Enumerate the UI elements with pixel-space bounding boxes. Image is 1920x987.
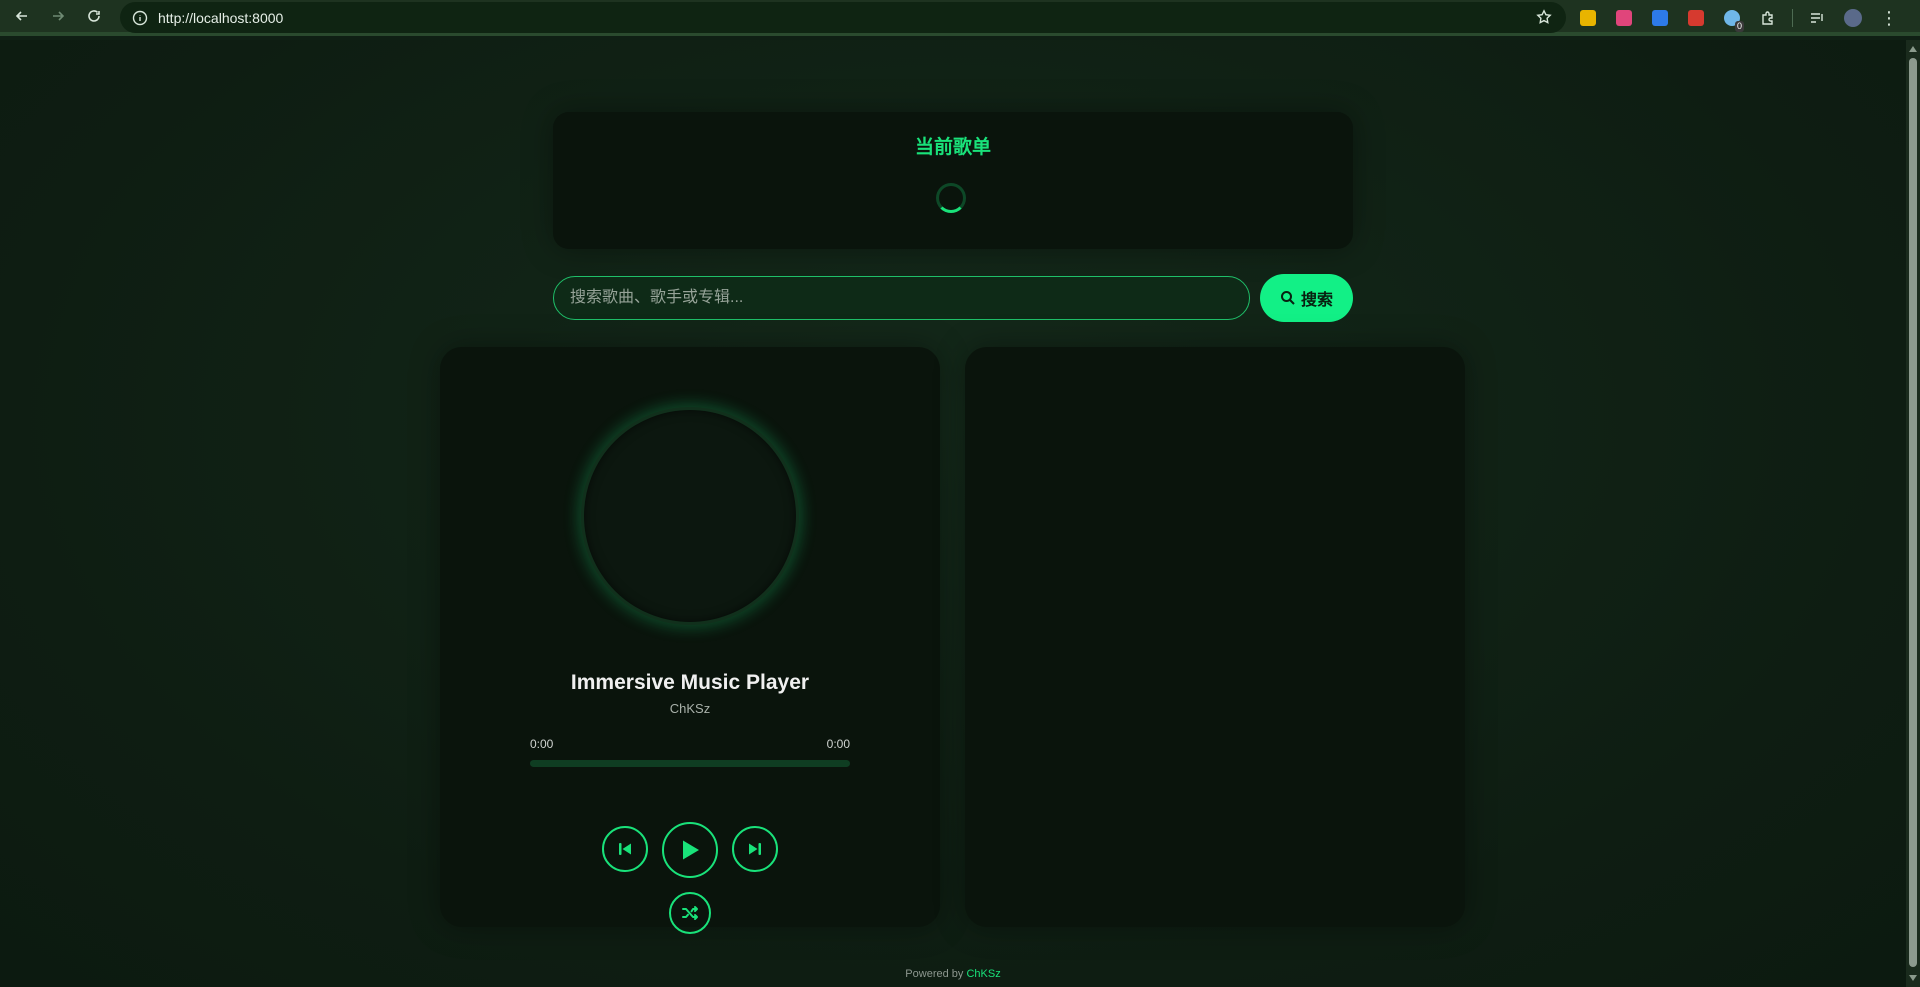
site-info-icon[interactable] bbox=[132, 10, 148, 26]
next-button[interactable] bbox=[732, 826, 778, 872]
toolbar-separator bbox=[1792, 9, 1793, 27]
progress-bar[interactable] bbox=[530, 760, 850, 767]
extensions-area: 0 ⋮ bbox=[1576, 6, 1901, 32]
scroll-thumb[interactable] bbox=[1909, 58, 1917, 967]
extension-3-icon[interactable] bbox=[1648, 6, 1672, 30]
play-button[interactable] bbox=[662, 822, 718, 878]
search-icon bbox=[1280, 291, 1295, 305]
previous-button[interactable] bbox=[602, 826, 648, 872]
extensions-puzzle-icon[interactable] bbox=[1756, 6, 1780, 30]
extension-4-icon[interactable] bbox=[1684, 6, 1708, 30]
search-bar: 搜索 bbox=[553, 274, 1353, 322]
address-bar[interactable]: http://localhost:8000 bbox=[120, 2, 1566, 33]
reload-icon[interactable] bbox=[80, 2, 108, 30]
profile-avatar[interactable] bbox=[1841, 6, 1865, 30]
url-text[interactable]: http://localhost:8000 bbox=[158, 10, 283, 26]
search-button[interactable]: 搜索 bbox=[1260, 274, 1353, 322]
media-queue-icon[interactable] bbox=[1805, 6, 1829, 30]
shuffle-button[interactable] bbox=[669, 892, 711, 934]
total-time: 0:00 bbox=[826, 737, 850, 751]
extension-2-icon[interactable] bbox=[1612, 6, 1636, 30]
search-input[interactable] bbox=[553, 276, 1250, 320]
playlist-card: 当前歌单 bbox=[553, 112, 1353, 249]
search-button-label: 搜索 bbox=[1300, 292, 1333, 309]
scroll-down-arrow-icon[interactable] bbox=[1909, 975, 1917, 981]
footer: Powered by ChKSz bbox=[0, 968, 1906, 980]
track-title: Immersive Music Player bbox=[570, 671, 810, 694]
footer-prefix: Powered by bbox=[905, 968, 967, 980]
bookmark-star-icon[interactable] bbox=[1536, 9, 1552, 25]
extension-badge: 0 bbox=[1734, 21, 1744, 32]
playlist-title: 当前歌单 bbox=[914, 137, 991, 158]
back-icon[interactable] bbox=[8, 2, 36, 30]
scroll-up-arrow-icon[interactable] bbox=[1909, 46, 1917, 52]
loading-spinner-icon bbox=[936, 183, 966, 213]
play-icon bbox=[683, 840, 699, 860]
album-art bbox=[581, 407, 799, 625]
track-artist: ChKSz bbox=[669, 701, 711, 716]
extension-5-icon[interactable]: 0 bbox=[1720, 6, 1744, 32]
player-card: Immersive Music Player ChKSz 0:00 0:00 bbox=[440, 347, 940, 934]
page-scrollbar[interactable] bbox=[1906, 40, 1920, 987]
lyrics-panel bbox=[965, 347, 1465, 927]
extension-1-icon[interactable] bbox=[1576, 6, 1600, 30]
forward-icon[interactable] bbox=[44, 2, 72, 30]
browser-toolbar: http://localhost:8000 0 ⋮ bbox=[0, 0, 1920, 36]
skip-back-icon bbox=[619, 843, 631, 855]
current-time: 0:00 bbox=[530, 737, 554, 751]
browser-menu-icon[interactable]: ⋮ bbox=[1877, 6, 1901, 30]
skip-forward-icon bbox=[749, 843, 761, 855]
page-body: 当前歌单 搜索 Immersive Music Player ChKSz 0:0… bbox=[0, 40, 1906, 987]
shuffle-icon bbox=[682, 906, 698, 920]
footer-brand-link[interactable]: ChKSz bbox=[966, 968, 1000, 980]
